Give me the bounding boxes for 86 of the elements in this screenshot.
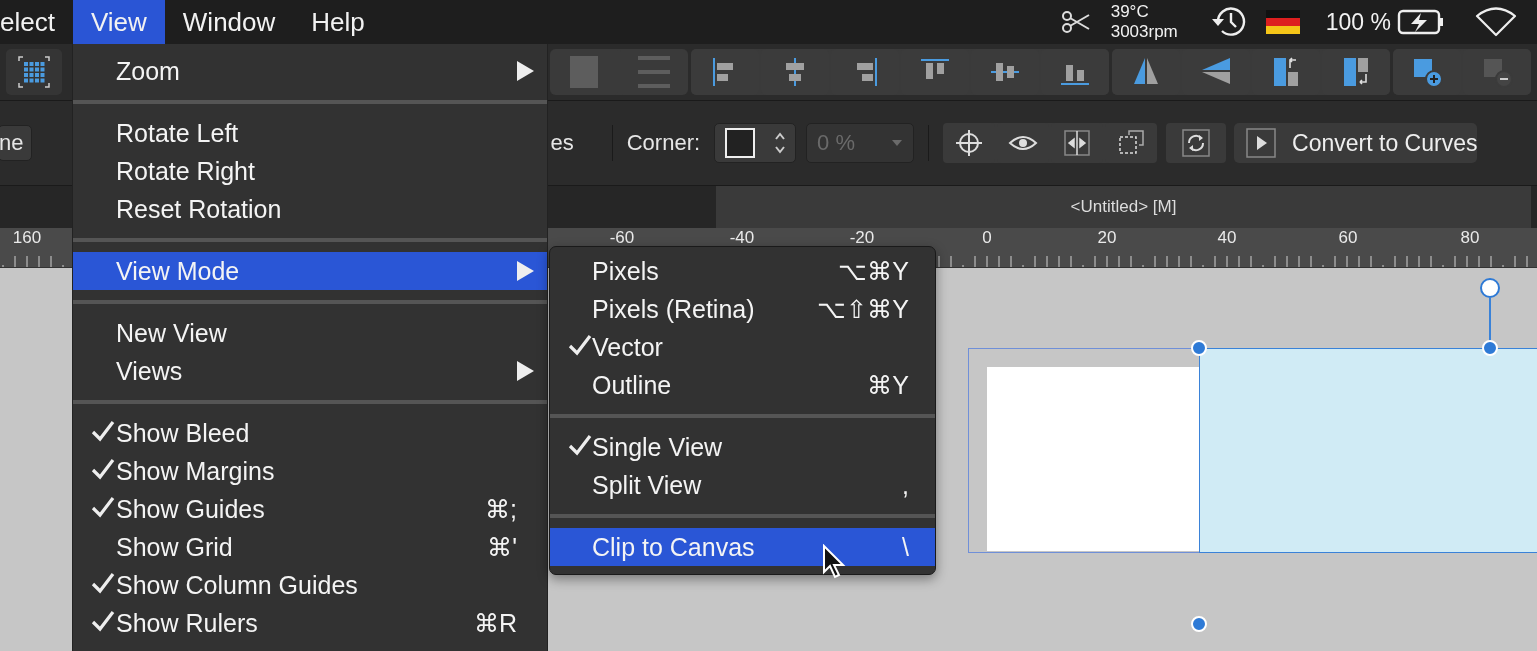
selection-handle[interactable] bbox=[1191, 340, 1207, 356]
rotate-arrows-icon bbox=[1180, 127, 1213, 159]
rotate-button[interactable] bbox=[1166, 123, 1227, 163]
menu-item[interactable]: Split View , bbox=[550, 466, 935, 504]
menu-item-label: Pixels (Retina) bbox=[592, 294, 756, 324]
play-square-icon bbox=[1244, 126, 1279, 160]
grid-select-button[interactable] bbox=[6, 49, 62, 95]
shortcut-label: ⌥⌘Y bbox=[838, 256, 909, 285]
menu-item-label: New View bbox=[116, 318, 228, 348]
toolbar-button[interactable]: ne bbox=[0, 125, 33, 161]
scissors-icon[interactable] bbox=[1060, 10, 1091, 34]
menu-item[interactable]: Single View bbox=[550, 428, 935, 466]
toolbar-label: es bbox=[550, 130, 574, 156]
menu-item[interactable]: Vector bbox=[550, 328, 935, 366]
menu-item[interactable]: New View bbox=[73, 314, 547, 352]
menu-item[interactable]: View Mode bbox=[73, 252, 547, 290]
battery-percentage: 100 % bbox=[1325, 8, 1391, 36]
history-clock-icon[interactable] bbox=[1209, 5, 1248, 39]
menu-item-label: Split View bbox=[592, 470, 703, 500]
menu-item[interactable]: Rotate Right bbox=[73, 152, 547, 190]
battery-charging-icon[interactable] bbox=[1397, 9, 1445, 35]
temperature-reading: 39°C bbox=[1110, 2, 1150, 22]
menu-item[interactable]: Outline ⌘Y bbox=[550, 366, 935, 404]
menu-item-label: Show Rulers bbox=[116, 608, 259, 638]
corner-type-stepper[interactable] bbox=[714, 123, 797, 163]
selection-handle[interactable] bbox=[1482, 340, 1498, 356]
rotation-handle[interactable] bbox=[1480, 278, 1500, 298]
shortcut-label: ⌘R bbox=[473, 608, 517, 637]
menu-item-label: Rotate Right bbox=[116, 156, 256, 186]
menu-item[interactable]: Reset Rotation bbox=[73, 190, 547, 228]
document-tab[interactable]: <Untitled> [M] bbox=[716, 186, 1531, 228]
menu-item[interactable]: Show Column Guides bbox=[73, 566, 547, 604]
menu-item-label: Reset Rotation bbox=[116, 194, 283, 224]
ruler-label: -40 bbox=[729, 229, 755, 247]
flag-icon[interactable] bbox=[1265, 10, 1300, 34]
menu-item-label: Pixels bbox=[592, 256, 660, 286]
corner-swatch-icon bbox=[724, 128, 755, 158]
menu-item[interactable]: Show Guides ⌘; bbox=[73, 490, 547, 528]
menu-item[interactable]: Show Margins bbox=[73, 452, 547, 490]
corner-label: Corner: bbox=[626, 130, 701, 156]
menu-item-label: Views bbox=[116, 356, 184, 386]
shortcut-label: \ bbox=[902, 532, 909, 561]
ruler-label: 0 bbox=[982, 229, 992, 247]
menu-item[interactable]: Show Bleed bbox=[73, 414, 547, 452]
menu-item-label: View Mode bbox=[116, 256, 241, 286]
menu-item-label: Vector bbox=[592, 332, 664, 362]
menu-item[interactable]: Pixels ⌥⌘Y bbox=[550, 252, 935, 290]
stepper-arrows-icon bbox=[773, 130, 786, 156]
wifi-icon[interactable] bbox=[1475, 7, 1517, 37]
ruler-label: 160 bbox=[12, 229, 42, 247]
ruler-label: 20 bbox=[1097, 229, 1117, 247]
ruler-label: -20 bbox=[849, 229, 875, 247]
ruler-label: 60 bbox=[1338, 229, 1358, 247]
menu-title[interactable]: Help bbox=[293, 0, 383, 44]
shortcut-label: ⌘' bbox=[487, 532, 517, 561]
caret-icon bbox=[891, 138, 904, 148]
menu-item[interactable]: Clip to Canvas \ bbox=[550, 528, 935, 566]
menu-item-label: Show Margins bbox=[116, 456, 276, 486]
menu-title[interactable]: Window bbox=[164, 0, 294, 44]
menu-item-label: Show Bleed bbox=[116, 418, 251, 448]
menu-item-label: Zoom bbox=[116, 56, 181, 86]
menu-item-label: Clip to Canvas bbox=[592, 532, 756, 562]
shortcut-label: ⌥⇧⌘Y bbox=[817, 294, 909, 323]
menu-title[interactable]: elect bbox=[0, 0, 73, 44]
ruler-label: 40 bbox=[1217, 229, 1237, 247]
distribute-icon bbox=[636, 54, 672, 90]
menu-item-label: Show Grid bbox=[116, 532, 234, 562]
menu-item-label: Single View bbox=[592, 432, 724, 462]
shortcut-label: ⌘Y bbox=[867, 370, 909, 399]
menu-item-label: Show Column Guides bbox=[116, 570, 359, 600]
fan-speed-reading: 3003rpm bbox=[1110, 22, 1178, 42]
convert-to-curves-button[interactable]: Convert to Curves bbox=[1234, 123, 1478, 163]
selection-handle[interactable] bbox=[1191, 616, 1207, 632]
shortcut-label: , bbox=[902, 470, 909, 499]
menu-item[interactable]: Show Grid ⌘' bbox=[73, 528, 547, 566]
menu-item[interactable]: Rotate Left bbox=[73, 114, 547, 152]
menu-item-label: Rotate Left bbox=[116, 118, 240, 148]
ruler-label: -60 bbox=[609, 229, 635, 247]
grid-icon bbox=[17, 55, 51, 89]
menu-item[interactable]: Show Rulers ⌘R bbox=[73, 604, 547, 642]
menu-item[interactable]: Pixels (Retina) ⌥⇧⌘Y bbox=[550, 290, 935, 328]
menu-title[interactable]: View bbox=[72, 0, 165, 44]
menu-item-label: Outline bbox=[592, 370, 673, 400]
shortcut-label: ⌘; bbox=[485, 494, 517, 523]
menu-item-label: Show Guides bbox=[116, 494, 266, 524]
ruler-label: 80 bbox=[1460, 229, 1480, 247]
